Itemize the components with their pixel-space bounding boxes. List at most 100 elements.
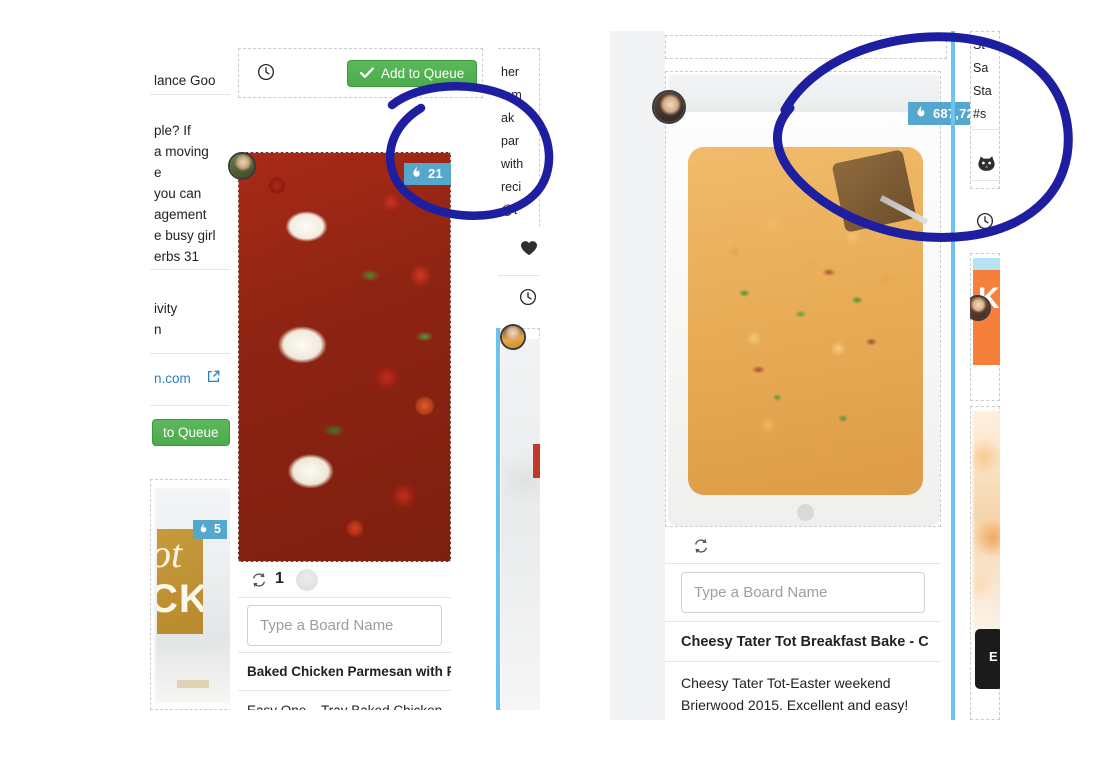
pin-title-row: Baked Chicken Parmesan with Roas xyxy=(238,653,451,691)
pin-description: Easy One – Tray Baked Chicken Parmesan w… xyxy=(247,700,447,710)
right-pane-scrollbar[interactable] xyxy=(951,31,955,720)
screenshot-root: lance Goo ple? If a moving e you can age… xyxy=(0,0,1119,782)
pin-description-row: Cheesy Tater Tot-Easter weekend Brierwoo… xyxy=(665,662,941,720)
cat-icon[interactable] xyxy=(977,154,996,173)
far-right-lower-pin-card[interactable]: E xyxy=(970,406,1000,720)
right-pin-card[interactable]: 687,721 Type a Board Name Cheesy Tater T… xyxy=(652,61,990,720)
side-clock-card xyxy=(498,276,540,324)
clock-icon[interactable] xyxy=(519,288,537,306)
sidebar-body-line-6: e busy girl xyxy=(154,228,216,243)
pin-stats-avatar xyxy=(296,569,318,591)
side-description-card: her tom ak par with reci @t xyxy=(498,48,540,252)
far-right-orange-pin-card[interactable]: K xyxy=(970,253,1000,401)
sidebar-body-line-5: agement xyxy=(154,207,207,222)
sidebar-pin-thumb-card[interactable]: ot CK 5 xyxy=(150,479,233,710)
board-name-input[interactable] xyxy=(681,572,925,613)
fire-badge[interactable]: 21 xyxy=(404,163,451,185)
thumb-label-smudge xyxy=(177,680,209,688)
refresh-icon[interactable] xyxy=(693,538,709,554)
lower-pin-photo xyxy=(973,411,1000,641)
external-link-icon[interactable] xyxy=(207,370,220,383)
side-pin-accent-bar xyxy=(533,444,540,478)
board-input-row xyxy=(238,598,451,653)
sidebar-link-card: n.com xyxy=(150,354,230,406)
avatar[interactable] xyxy=(228,152,256,180)
fire-badge-count: 21 xyxy=(428,166,443,181)
far-right-text-4: #s xyxy=(973,107,987,121)
fire-icon xyxy=(917,105,925,117)
side-text-line-2: tom xyxy=(501,88,522,102)
far-right-text-3: Sta xyxy=(973,84,992,98)
pin-photo-fork xyxy=(831,149,917,233)
side-second-pin-card[interactable] xyxy=(498,328,540,710)
sidebar-activity-label: ivity xyxy=(154,301,178,316)
side-text-line-7: @t xyxy=(501,203,518,217)
heart-icon[interactable] xyxy=(520,240,538,256)
pin-photo-tater-tot-container[interactable] xyxy=(665,71,941,527)
sidebar-body-line-3: e xyxy=(154,165,162,180)
pin-description-line-2: Brierwood 2015. Excellent and easy! xyxy=(681,697,909,713)
sidebar-queue-card: to Queue xyxy=(150,406,230,469)
fire-badge-small[interactable]: 5 xyxy=(193,520,228,539)
pin-thumb-gold-photo: ot CK xyxy=(157,529,203,634)
source-domain-link[interactable]: n.com xyxy=(154,371,191,386)
sidebar-body-card: ple? If a moving e you can agement e bus… xyxy=(150,95,230,270)
sidebar-title-text: lance Goo xyxy=(154,73,216,88)
far-right-divider-1 xyxy=(971,129,1000,130)
side-text-line-3: ak xyxy=(501,111,515,125)
sidebar-body-line-1: ple? If xyxy=(154,123,191,138)
right-browser-pane: 687,721 Type a Board Name Cheesy Tater T… xyxy=(610,31,995,720)
board-name-input[interactable] xyxy=(247,605,442,646)
side-pin-photo xyxy=(501,339,540,710)
lower-pin-black-card: E xyxy=(975,629,1000,689)
pin-stats-row: 1 xyxy=(238,562,451,598)
clock-icon[interactable] xyxy=(257,63,275,81)
right-pane-gutter xyxy=(610,31,665,720)
sidebar-activity-sub: n xyxy=(154,322,162,337)
right-pin-column: 687,721 Type a Board Name Cheesy Tater T… xyxy=(652,31,990,720)
side-text-line-5: with xyxy=(501,157,524,171)
board-input-row xyxy=(665,564,941,622)
pin-photo-chicken-parmesan[interactable] xyxy=(238,152,451,562)
avatar-image xyxy=(654,92,684,122)
pin-description-row: Easy One – Tray Baked Chicken Parmesan w… xyxy=(238,691,451,710)
fire-icon xyxy=(200,522,207,532)
avatar[interactable] xyxy=(652,90,686,124)
pin-photo-dish-knob xyxy=(797,504,814,521)
avatar-image xyxy=(970,297,989,319)
pin-description-line-3: A make again for sure! xyxy=(681,716,821,720)
far-right-column: St Sa Sta #s K E xyxy=(970,31,1000,720)
avatar-image xyxy=(230,154,254,178)
avatar[interactable] xyxy=(500,324,526,350)
sidebar-add-to-queue-button[interactable]: to Queue xyxy=(152,419,230,446)
gold-pin-script-text: ot xyxy=(157,531,183,576)
left-browser-pane: lance Goo ple? If a moving e you can age… xyxy=(150,46,540,710)
right-pin-header-strip xyxy=(665,35,947,59)
left-pin-column: Add to Queue 21 1 Type a Board Name Bake… xyxy=(228,46,490,710)
sidebar-body-line-2: a moving xyxy=(154,144,209,159)
repin-count: 1 xyxy=(275,570,284,587)
sidebar-body-line-4: you can xyxy=(154,186,202,201)
far-right-divider-2 xyxy=(971,180,1000,181)
pin-stats-row xyxy=(665,527,941,564)
side-heart-card xyxy=(498,226,540,276)
side-text-line-1: her xyxy=(501,65,520,79)
clock-icon[interactable] xyxy=(976,212,994,230)
sidebar-title-card: lance Goo xyxy=(150,46,230,95)
refresh-icon[interactable] xyxy=(251,572,267,588)
fire-badge-small-count: 5 xyxy=(214,522,222,536)
left-pane-scrollbar[interactable] xyxy=(496,328,500,710)
left-pin-card[interactable]: 21 1 Type a Board Name Baked Chicken Par… xyxy=(228,106,483,710)
avatar-image xyxy=(502,326,524,348)
side-text-line-4: par xyxy=(501,134,520,148)
gold-pin-block-text: CK xyxy=(157,577,203,621)
pin-title: Cheesy Tater Tot Breakfast Bake - C xyxy=(681,634,929,650)
check-icon xyxy=(359,66,374,81)
sidebar-body-line-7: erbs 31 xyxy=(154,249,200,264)
add-to-queue-label: Add to Queue xyxy=(381,66,465,81)
far-right-text-2: Sa xyxy=(973,61,989,75)
add-to-queue-button[interactable]: Add to Queue xyxy=(347,60,478,87)
sidebar-queue-button-label: to Queue xyxy=(163,425,219,440)
left-sidebar-column: lance Goo ple? If a moving e you can age… xyxy=(150,46,233,710)
pin-description-line-1: Cheesy Tater Tot-Easter weekend xyxy=(681,675,891,691)
